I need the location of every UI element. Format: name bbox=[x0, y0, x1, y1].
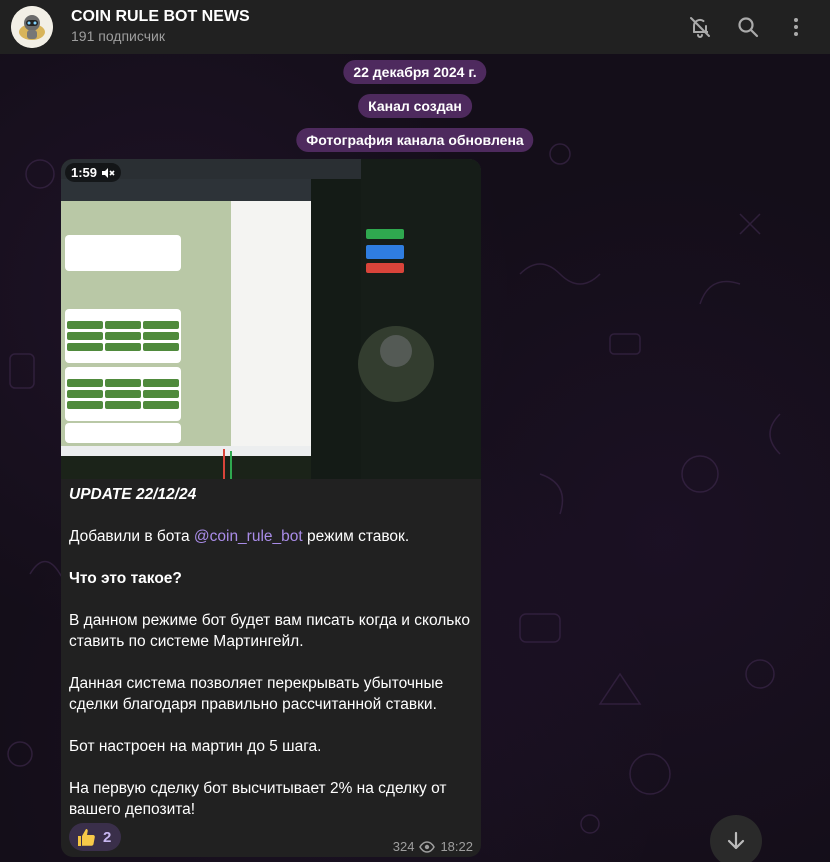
scroll-down-button[interactable] bbox=[710, 815, 762, 862]
video-thumbnail bbox=[61, 159, 481, 479]
eye-icon bbox=[419, 840, 436, 853]
channel-avatar[interactable] bbox=[11, 6, 53, 48]
bot-mention-link[interactable]: @coin_rule_bot bbox=[194, 528, 303, 545]
service-photo-updated[interactable]: Фотография канала обновлена bbox=[296, 128, 534, 152]
video-duration: 1:59 bbox=[65, 163, 122, 182]
message-bubble[interactable]: 1:59 UPDATE 22/12/24 Добавили в бота @co… bbox=[61, 159, 481, 857]
thumbs-up-reaction[interactable]: 2 bbox=[69, 823, 122, 851]
message-title: UPDATE 22/12/24 bbox=[69, 486, 197, 503]
message-paragraph-3: Данная система позволяет перекрывать убы… bbox=[69, 675, 444, 713]
subscriber-count: 191 подписчик bbox=[71, 28, 165, 44]
robot-logo-icon bbox=[11, 6, 53, 48]
channel-title[interactable]: COIN RULE BOT NEWS bbox=[71, 8, 250, 26]
message-paragraph-5: На первую сделку бот высчитывает 2% на с… bbox=[69, 780, 447, 818]
message-paragraph-2: В данном режиме бот будет вам писать ког… bbox=[69, 612, 470, 650]
date-separator: 22 декабря 2024 г. bbox=[343, 60, 487, 84]
video-preview[interactable]: 1:59 bbox=[61, 159, 481, 479]
message-text: UPDATE 22/12/24 Добавили в бота @coin_ru… bbox=[69, 484, 473, 820]
reaction-count: 2 bbox=[103, 828, 112, 846]
message-paragraph-4: Бот настроен на мартин до 5 шага. bbox=[69, 738, 322, 755]
search-icon[interactable] bbox=[735, 14, 761, 40]
view-count: 324 bbox=[392, 839, 415, 854]
more-vertical-icon[interactable] bbox=[783, 14, 809, 40]
message-question: Что это такое? bbox=[69, 570, 182, 587]
arrow-down-icon bbox=[727, 831, 745, 850]
message-paragraph-1: Добавили в бота @coin_rule_bot режим ста… bbox=[69, 528, 410, 545]
muted-icon[interactable] bbox=[101, 167, 115, 179]
duration-label: 1:59 bbox=[71, 165, 98, 180]
bell-off-icon[interactable] bbox=[687, 14, 713, 40]
chat-header: COIN RULE BOT NEWS 191 подписчик bbox=[0, 0, 830, 54]
message-time: 18:22 bbox=[440, 839, 473, 854]
service-channel-created: Канал создан bbox=[358, 94, 472, 118]
thumbs-up-icon bbox=[78, 829, 95, 846]
message-meta: 324 18:22 bbox=[393, 839, 473, 854]
